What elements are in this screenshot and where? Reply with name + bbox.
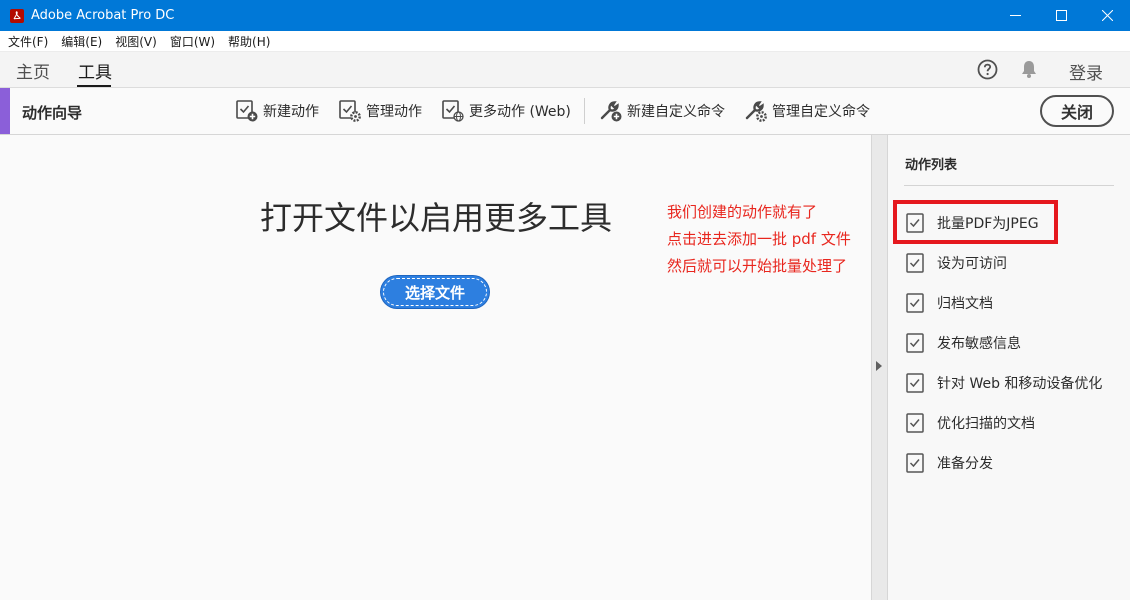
active-tab-indicator: [77, 85, 111, 87]
action-checklist-icon: [906, 453, 924, 473]
annotation-line: 点击进去添加一批 pdf 文件: [667, 230, 851, 248]
action-item-label: 针对 Web 和移动设备优化: [937, 376, 1103, 392]
open-file-heading: 打开文件以启用更多工具: [260, 199, 613, 237]
panel-title: 动作列表: [905, 158, 958, 173]
maximize-button[interactable]: [1038, 0, 1084, 31]
manage-actions-button[interactable]: 管理动作: [338, 98, 422, 124]
tool-title: 动作向导: [22, 104, 83, 122]
action-item[interactable]: 准备分发: [906, 451, 993, 475]
action-checklist-icon: [906, 333, 924, 353]
maximize-icon: [1055, 10, 1067, 21]
wrench-gear-icon: [745, 101, 767, 122]
minimize-button[interactable]: [992, 0, 1038, 31]
manage-actions-icon: [339, 100, 361, 122]
action-item-label: 准备分发: [937, 456, 993, 472]
wrench-add-icon: [600, 101, 622, 122]
more-actions-label: 更多动作 (Web): [469, 104, 571, 120]
action-item[interactable]: 设为可访问: [906, 251, 1007, 275]
action-item[interactable]: 归档文档: [906, 291, 993, 315]
acrobat-logo-icon: [10, 8, 24, 23]
action-checklist-icon: [906, 293, 924, 313]
manage-custom-commands-button[interactable]: 管理自定义命令: [744, 98, 870, 124]
menu-window[interactable]: 窗口(W): [170, 33, 215, 50]
bell-icon[interactable]: [1019, 59, 1039, 79]
action-item-label: 发布敏感信息: [937, 336, 1021, 352]
action-checklist-icon: [906, 373, 924, 393]
window-title: Adobe Acrobat Pro DC: [31, 8, 175, 23]
more-actions-icon: [442, 100, 464, 122]
nav-bar: 主页 工具: [0, 52, 1130, 88]
action-item[interactable]: 优化扫描的文档: [906, 411, 1035, 435]
select-file-button[interactable]: 选择文件: [381, 276, 489, 308]
tab-home[interactable]: 主页: [16, 58, 50, 83]
menu-edit[interactable]: 编辑(E): [61, 33, 102, 50]
action-item[interactable]: 发布敏感信息: [906, 331, 1021, 355]
highlight-box: [893, 200, 1058, 244]
minimize-icon: [1009, 15, 1021, 16]
expand-arrow-icon[interactable]: [876, 361, 882, 371]
manage-custom-commands-label: 管理自定义命令: [772, 104, 870, 120]
action-item-label: 归档文档: [937, 296, 993, 312]
manage-actions-label: 管理动作: [366, 104, 422, 120]
select-file-label: 选择文件: [404, 283, 465, 302]
toolbar-divider: [584, 98, 585, 124]
panel-divider: [904, 185, 1114, 186]
title-bar: Adobe Acrobat Pro DC: [0, 0, 1130, 31]
panel-splitter[interactable]: [871, 135, 888, 600]
action-item-label: 设为可访问: [937, 256, 1007, 272]
new-action-icon: [236, 100, 258, 122]
help-icon[interactable]: [977, 59, 998, 80]
login-link[interactable]: 登录: [1069, 59, 1103, 84]
close-icon: [1101, 10, 1113, 21]
close-window-button[interactable]: [1084, 0, 1130, 31]
action-checklist-icon: [906, 413, 924, 433]
action-item[interactable]: 针对 Web 和移动设备优化: [906, 371, 1102, 395]
menu-help[interactable]: 帮助(H): [228, 33, 270, 50]
tab-tools[interactable]: 工具: [78, 58, 112, 83]
menu-bar: 文件(F) 编辑(E) 视图(V) 窗口(W) 帮助(H): [0, 31, 1130, 52]
more-actions-button[interactable]: 更多动作 (Web): [441, 98, 571, 124]
action-checklist-icon: [906, 253, 924, 273]
window-controls: [992, 0, 1130, 31]
main-content: 打开文件以启用更多工具 选择文件 我们创建的动作就有了 点击进去添加一批 pdf…: [0, 135, 871, 600]
close-tool-button[interactable]: 关闭: [1040, 95, 1114, 127]
menu-file[interactable]: 文件(F): [8, 33, 48, 50]
tool-bar: 动作向导 新建动作 管理动作 更多动作 (Web) 新建自定义命令 管理自定义命…: [0, 88, 1130, 135]
new-action-label: 新建动作: [263, 104, 319, 120]
annotation-line: 然后就可以开始批量处理了: [667, 257, 848, 275]
tool-accent-bar: [0, 88, 10, 134]
action-item-label: 优化扫描的文档: [937, 416, 1035, 432]
new-action-button[interactable]: 新建动作: [235, 98, 319, 124]
new-custom-command-label: 新建自定义命令: [627, 104, 725, 120]
annotation-note: 我们创建的动作就有了 点击进去添加一批 pdf 文件 然后就可以开始批量处理了: [667, 199, 851, 280]
menu-view[interactable]: 视图(V): [115, 33, 157, 50]
annotation-line: 我们创建的动作就有了: [667, 203, 818, 221]
new-custom-command-button[interactable]: 新建自定义命令: [599, 98, 725, 124]
